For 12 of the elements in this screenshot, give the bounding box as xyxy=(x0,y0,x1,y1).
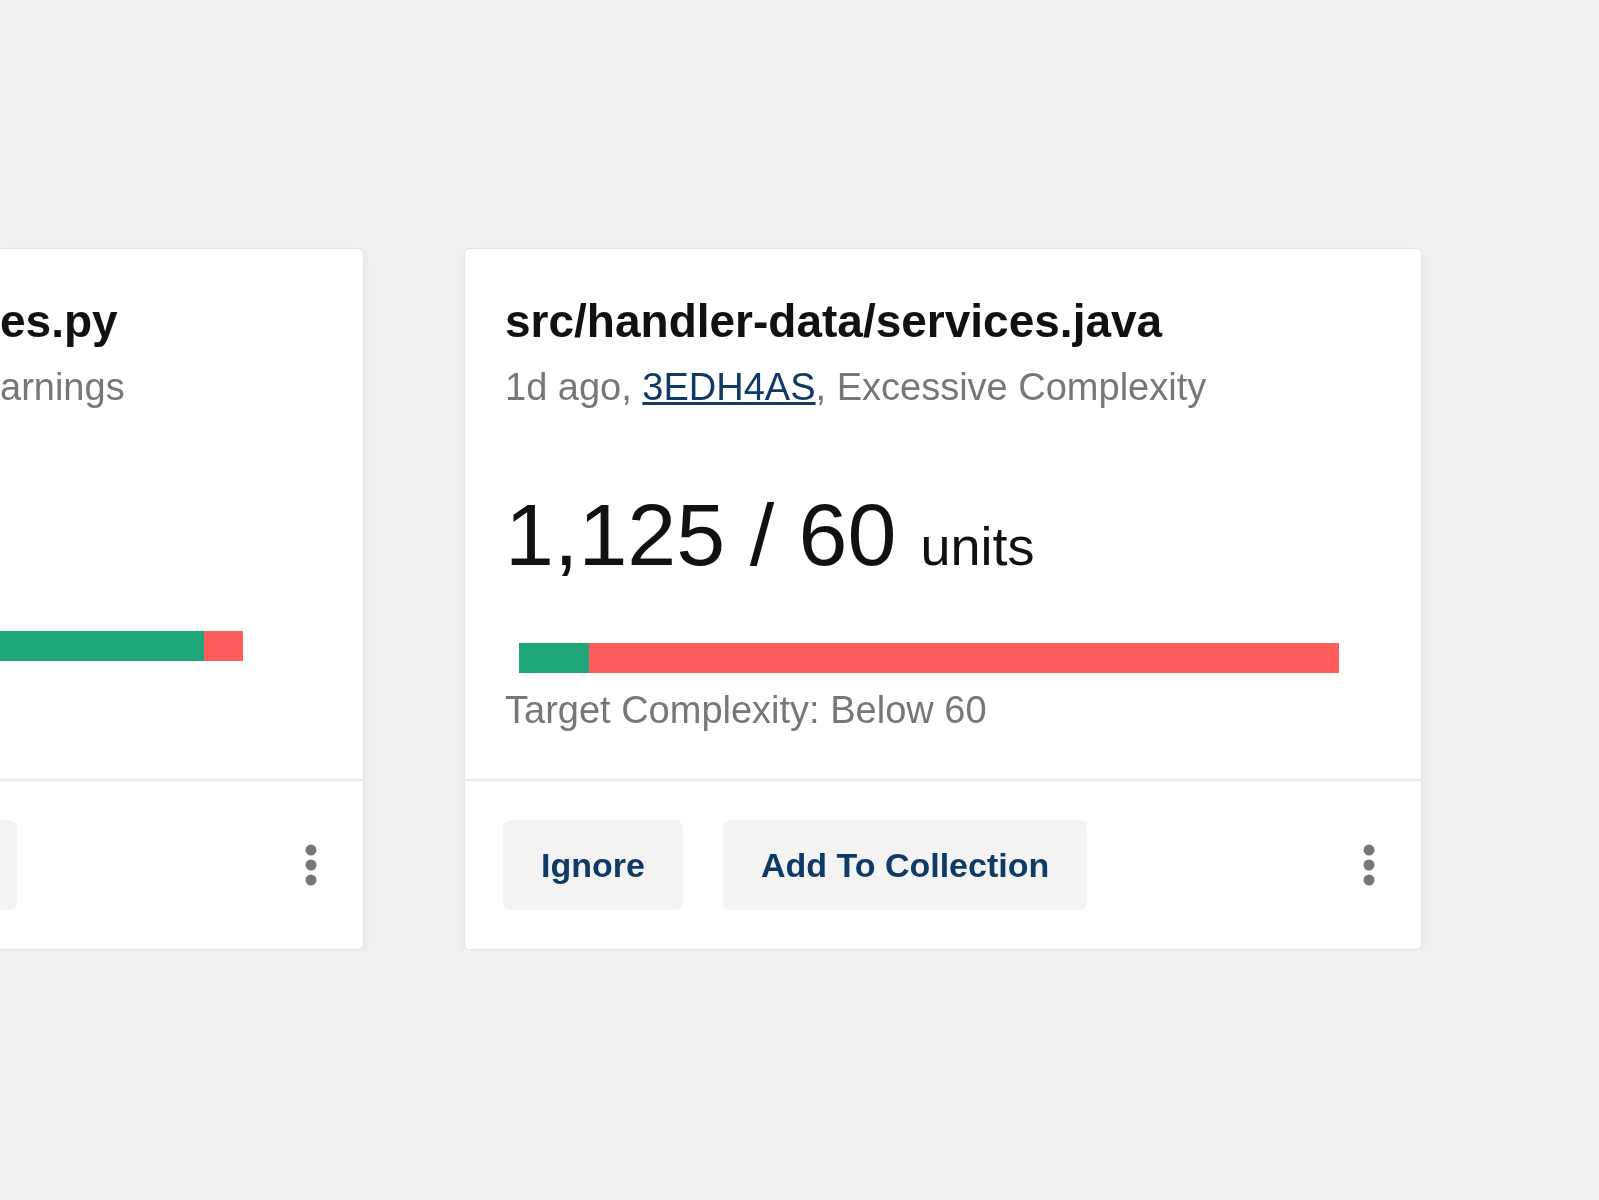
card-meta: 1d ago, 3EDH4AS, Excessive Complexity xyxy=(505,365,1208,409)
card-meta: arnings xyxy=(0,365,126,409)
action-button[interactable]: Add To Collection xyxy=(722,820,1088,910)
metric-value: 1,125 / 60 xyxy=(505,485,897,585)
commit-link[interactable]: 3EDH4AS xyxy=(642,366,816,408)
more-menu-icon[interactable] xyxy=(305,844,317,886)
metric-unit: units xyxy=(920,515,1035,577)
file-path: es.py xyxy=(0,294,119,349)
more-menu-icon[interactable] xyxy=(1363,844,1375,886)
file-path: src/handler-data/services.java xyxy=(505,294,1164,349)
target-label: Target Complexity: Below 60 xyxy=(505,689,988,732)
action-button[interactable]: Ignore xyxy=(503,820,683,910)
